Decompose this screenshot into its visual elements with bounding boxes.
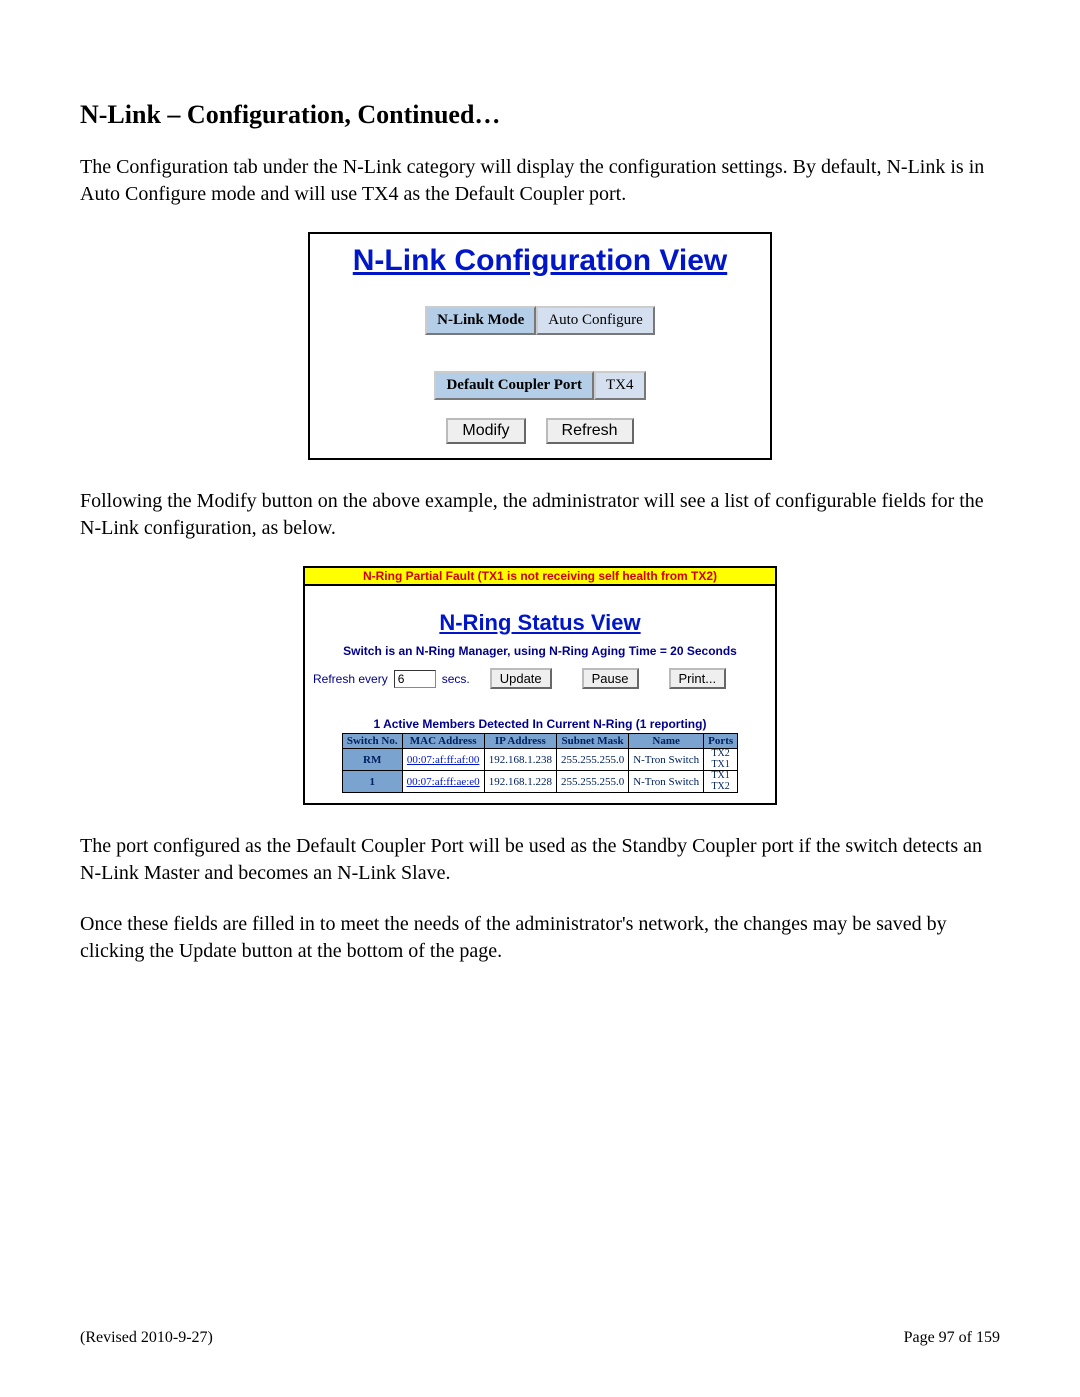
- footer-revised: (Revised 2010-9-27): [80, 1329, 213, 1347]
- col-ip: IP Address: [484, 734, 556, 749]
- cell-ip: 192.168.1.228: [484, 771, 556, 793]
- refresh-control-row: Refresh every secs. Update Pause Print..…: [313, 668, 767, 689]
- update-button[interactable]: Update: [490, 668, 552, 689]
- cell-name: N-Tron Switch: [629, 749, 704, 771]
- cell-mac: 00:07:af:ff:af:00: [402, 749, 484, 771]
- mac-link[interactable]: 00:07:af:ff:ae:e0: [407, 776, 480, 788]
- nlink-config-view-panel: N-Link Configuration View N-Link Mode Au…: [308, 232, 772, 460]
- port-top: TX2: [704, 749, 737, 760]
- secs-label: secs.: [442, 672, 470, 686]
- cell-ports: TX1 TX2: [704, 771, 738, 793]
- section-heading: N-Link – Configuration, Continued…: [80, 100, 1000, 130]
- col-mac: MAC Address: [402, 734, 484, 749]
- fault-banner: N-Ring Partial Fault (TX1 is not receivi…: [305, 568, 775, 586]
- intro-paragraph: The Configuration tab under the N-Link c…: [80, 154, 1000, 208]
- col-switch: Switch No.: [342, 734, 402, 749]
- page-footer: (Revised 2010-9-27) Page 97 of 159: [80, 1329, 1000, 1347]
- cell-switch: 1: [342, 771, 402, 793]
- fig1-button-row: Modify Refresh: [320, 418, 760, 444]
- pause-button[interactable]: Pause: [582, 668, 639, 689]
- footer-page-number: Page 97 of 159: [904, 1329, 1000, 1347]
- col-name: Name: [629, 734, 704, 749]
- members-table: Switch No. MAC Address IP Address Subnet…: [342, 733, 738, 793]
- cell-ip: 192.168.1.238: [484, 749, 556, 771]
- coupler-port-label: Default Coupler Port: [434, 371, 594, 400]
- para-after-fig1: Following the Modify button on the above…: [80, 488, 1000, 542]
- nring-manager-line: Switch is an N-Ring Manager, using N-Rin…: [313, 644, 767, 658]
- coupler-port-row: Default Coupler Port TX4: [320, 371, 760, 400]
- cell-switch: RM: [342, 749, 402, 771]
- cell-subnet: 255.255.255.0: [556, 771, 628, 793]
- cell-name: N-Tron Switch: [629, 771, 704, 793]
- refresh-interval-input[interactable]: [394, 670, 436, 688]
- table-row: 1 00:07:af:ff:ae:e0 192.168.1.228 255.25…: [342, 771, 737, 793]
- col-subnet: Subnet Mask: [556, 734, 628, 749]
- refresh-button[interactable]: Refresh: [546, 418, 634, 444]
- print-button[interactable]: Print...: [669, 668, 727, 689]
- mac-link[interactable]: 00:07:af:ff:af:00: [407, 754, 480, 766]
- para-standby: The port configured as the Default Coupl…: [80, 833, 1000, 887]
- nlink-mode-value: Auto Configure: [536, 306, 655, 335]
- modify-button[interactable]: Modify: [446, 418, 525, 444]
- table-row: RM 00:07:af:ff:af:00 192.168.1.238 255.2…: [342, 749, 737, 771]
- nlink-mode-label: N-Link Mode: [425, 306, 536, 335]
- nlink-config-title: N-Link Configuration View: [320, 244, 760, 278]
- nring-status-view-panel: N-Ring Partial Fault (TX1 is not receivi…: [303, 566, 777, 805]
- col-ports: Ports: [704, 734, 738, 749]
- cell-ports: TX2 TX1: [704, 749, 738, 771]
- port-bottom: TX1: [704, 760, 737, 771]
- nlink-mode-row: N-Link Mode Auto Configure: [320, 306, 760, 335]
- cell-mac: 00:07:af:ff:ae:e0: [402, 771, 484, 793]
- members-detected-line: 1 Active Members Detected In Current N-R…: [313, 717, 767, 731]
- para-update: Once these fields are filled in to meet …: [80, 911, 1000, 965]
- members-header-row: Switch No. MAC Address IP Address Subnet…: [342, 734, 737, 749]
- refresh-every-label: Refresh every: [313, 672, 388, 686]
- document-page: N-Link – Configuration, Continued… The C…: [0, 0, 1080, 1397]
- port-top: TX1: [704, 771, 737, 782]
- nring-status-title: N-Ring Status View: [313, 610, 767, 636]
- coupler-port-value: TX4: [594, 371, 646, 400]
- port-bottom: TX2: [704, 782, 737, 793]
- cell-subnet: 255.255.255.0: [556, 749, 628, 771]
